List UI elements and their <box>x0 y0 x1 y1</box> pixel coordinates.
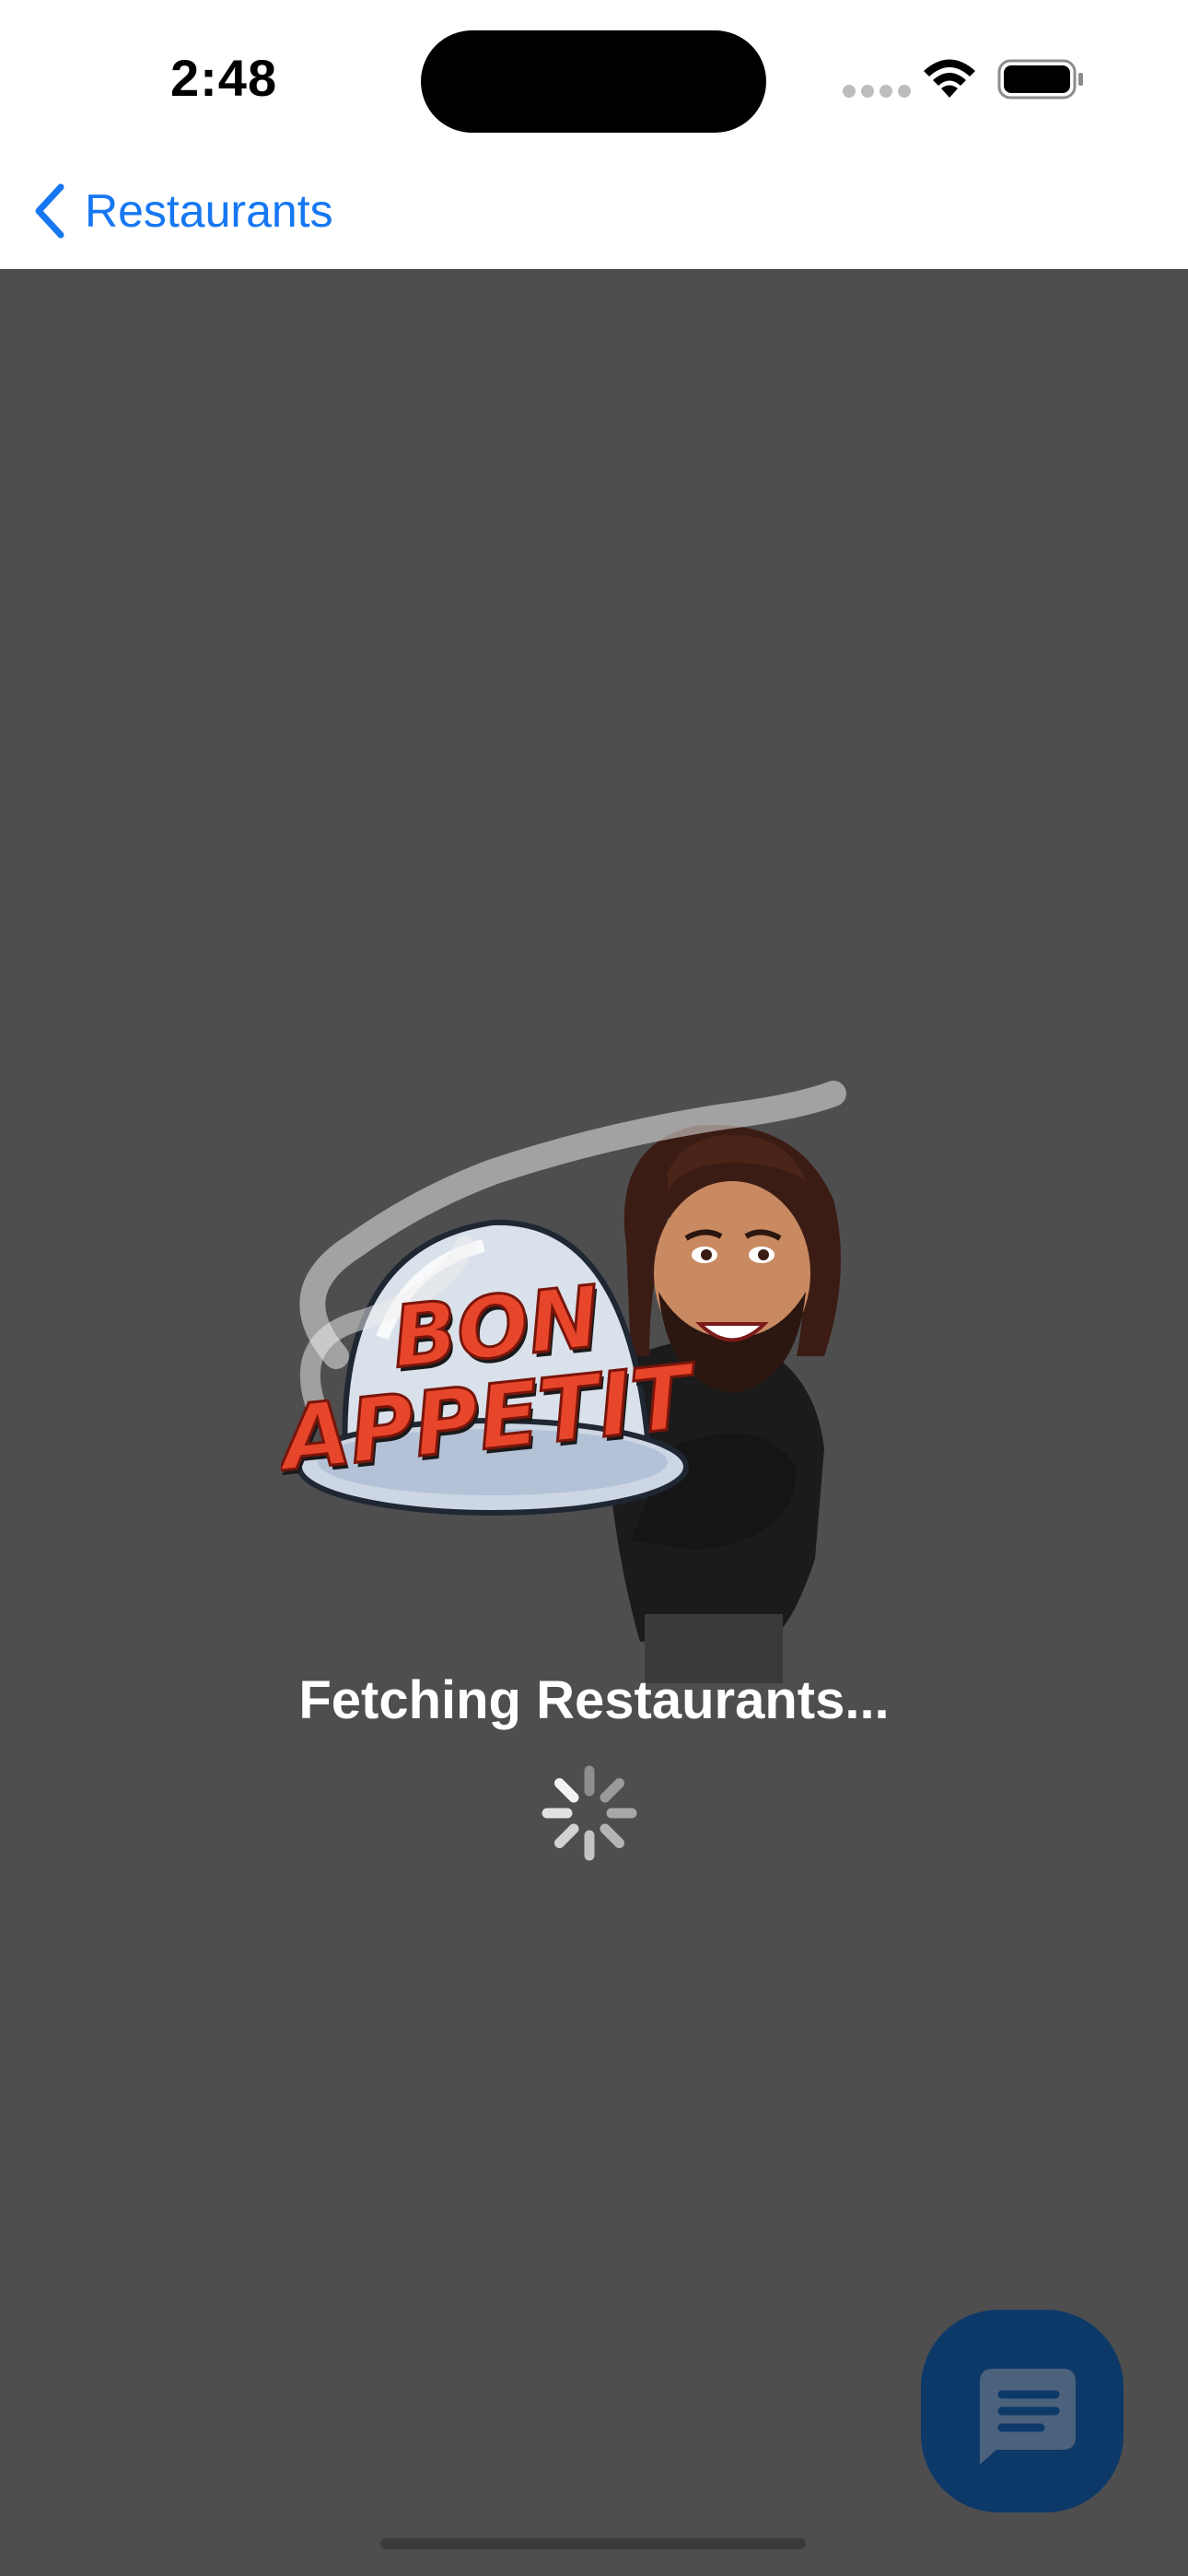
loading-screen: BON BON APPETIT APPETIT Fetching Restaur… <box>0 269 1188 2576</box>
status-bar: 2:48 <box>0 0 1188 161</box>
battery-icon <box>997 59 1083 100</box>
chat-button[interactable] <box>921 2310 1124 2512</box>
activity-spinner-icon <box>542 1765 637 1861</box>
status-time: 2:48 <box>170 49 278 107</box>
wifi-icon <box>924 59 975 98</box>
chat-bubble-icon <box>980 2369 1076 2465</box>
dynamic-island <box>421 30 766 133</box>
navigation-bar: Restaurants <box>0 161 1188 269</box>
back-button-label: Restaurants <box>85 185 333 237</box>
chevron-left-icon <box>35 183 64 239</box>
home-indicator[interactable] <box>380 2538 806 2549</box>
cellular-dots-icon <box>843 85 916 102</box>
back-button[interactable]: Restaurants <box>31 174 333 248</box>
loading-message: Fetching Restaurants... <box>298 1670 890 1730</box>
bon-appetit-mascot: BON BON APPETIT APPETIT <box>281 1081 846 1683</box>
